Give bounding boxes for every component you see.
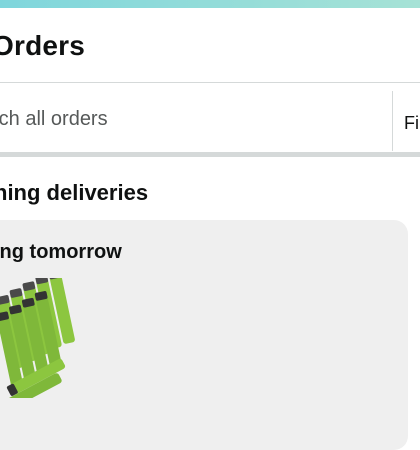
upcoming-deliveries-heading: ning deliveries [0, 180, 149, 205]
search-bar: Fi [0, 82, 420, 155]
search-bottom-divider [0, 152, 420, 157]
battery-pack-product-image[interactable] [0, 278, 90, 398]
filter-button[interactable]: Fi [404, 83, 420, 155]
search-divider [392, 91, 393, 151]
delivery-status: ing tomorrow [0, 241, 122, 263]
search-orders-input[interactable] [0, 83, 392, 155]
page-title: Orders [0, 30, 86, 61]
top-accent-strip [0, 0, 420, 8]
